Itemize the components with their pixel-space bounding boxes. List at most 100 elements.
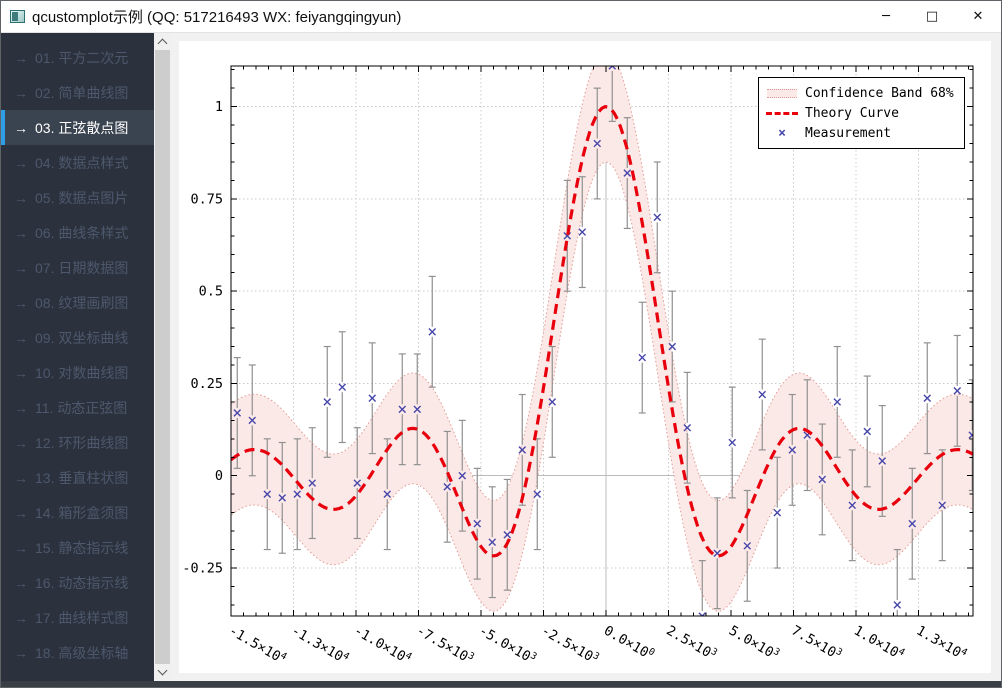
y-tick-label: -0.25 — [182, 561, 223, 577]
legend-row-measurement[interactable]: × Measurement — [759, 123, 960, 143]
x-tick-label: -1.0×104 — [351, 622, 414, 668]
legend-label: Theory Curve — [805, 106, 899, 121]
content-area: 1 0.75 0.5 0.25 0 -0.25 -1.5×104-1.3×104-1.0×1… — [171, 33, 1001, 681]
x-tick-label: 5.0×103 — [726, 622, 782, 664]
sidebar-item-12[interactable]: → 12. 环形曲线图 — [1, 425, 154, 460]
x-tick-label: 7.5×103 — [789, 622, 845, 664]
title-bar: qcustomplot示例 (QQ: 517216493 WX: feiyang… — [1, 1, 1001, 33]
chart-legend: Confidence Band 68% Theory Curve × Measu… — [758, 77, 965, 149]
sidebar-scrollbar[interactable] — [154, 33, 171, 681]
sidebar-item-01[interactable]: → 01. 平方二次元 — [1, 40, 154, 75]
sidebar-item-19[interactable]: →19. 颜色热力图 — [1, 670, 154, 681]
arrow-icon: → — [14, 155, 28, 171]
x-tick-label: -1.3×104 — [289, 622, 352, 668]
arrow-icon: → — [14, 225, 28, 241]
x-tick-label: -5.0×103 — [476, 622, 539, 668]
arrow-icon: → — [14, 295, 28, 311]
sidebar-item-label: 01. 平方二次元 — [35, 48, 128, 68]
sidebar-item-label: 12. 环形曲线图 — [35, 433, 128, 453]
arrow-icon: → — [14, 470, 28, 486]
sidebar-item-10[interactable]: → 10. 对数曲线图 — [1, 355, 154, 390]
x-tick-label: -1.5×104 — [226, 622, 289, 668]
sidebar-item-label: 07. 日期数据图 — [35, 258, 128, 278]
arrow-icon: → — [14, 120, 28, 136]
arrow-icon: → — [14, 435, 28, 451]
sidebar-item-label: 04. 数据点样式 — [35, 153, 128, 173]
sidebar-item-07[interactable]: → 07. 日期数据图 — [1, 250, 154, 285]
sidebar-item-label: 09. 双坐标曲线 — [35, 328, 128, 348]
sidebar-item-label: 17. 曲线样式图 — [35, 608, 128, 628]
dashed-line-swatch-icon — [759, 112, 805, 115]
scroll-down-button[interactable] — [154, 664, 171, 681]
sidebar-item-label: 18. 高级坐标轴 — [35, 643, 128, 663]
arrow-icon: → — [14, 505, 28, 521]
sidebar-list: → 01. 平方二次元 → 02. 简单曲线图 → 03. 正弦散点图 → 04. 数据点样式… — [1, 33, 154, 681]
x-tick-label: 2.5×103 — [664, 622, 720, 664]
y-tick-label: 1 — [215, 99, 223, 115]
arrow-icon: → — [14, 575, 28, 591]
plot-widget[interactable]: 1 0.75 0.5 0.25 0 -0.25 -1.5×104-1.3×104-1.0×1… — [179, 41, 991, 673]
x-tick-label: 0.0×100 — [601, 622, 657, 664]
legend-row-confidence-band[interactable]: Confidence Band 68% — [759, 83, 960, 103]
sidebar-item-06[interactable]: → 06. 曲线条样式 — [1, 215, 154, 250]
maximize-button[interactable]: □ — [909, 1, 955, 32]
sidebar-item-18[interactable]: → 18. 高级坐标轴 — [1, 635, 154, 670]
sidebar-item-label: 13. 垂直柱状图 — [35, 468, 128, 488]
sidebar-item-label: 03. 正弦散点图 — [35, 118, 128, 138]
app-window: qcustomplot示例 (QQ: 517216493 WX: feiyang… — [0, 0, 1002, 688]
chevron-down-icon — [158, 666, 168, 676]
sidebar-item-09[interactable]: → 09. 双坐标曲线 — [1, 320, 154, 355]
sidebar-item-13[interactable]: → 13. 垂直柱状图 — [1, 460, 154, 495]
arrow-icon: → — [14, 400, 28, 416]
sidebar-item-04[interactable]: → 04. 数据点样式 — [1, 145, 154, 180]
y-tick-label: 0.5 — [199, 284, 223, 300]
sidebar-item-label: 10. 对数曲线图 — [35, 363, 128, 383]
minimize-button[interactable]: ─ — [863, 1, 909, 32]
sidebar-item-17[interactable]: → 17. 曲线样式图 — [1, 600, 154, 635]
arrow-icon: → — [14, 540, 28, 556]
sidebar-item-11[interactable]: →11. 动态正弦图 — [1, 390, 154, 425]
sidebar-item-label: 15. 静态指示线 — [35, 538, 128, 558]
scroll-up-button[interactable] — [154, 33, 171, 50]
sidebar: → 01. 平方二次元 → 02. 简单曲线图 → 03. 正弦散点图 → 04. 数据点样式… — [1, 33, 171, 681]
close-button[interactable]: ✕ — [955, 1, 1001, 32]
x-tick-label: -7.5×103 — [414, 622, 477, 668]
chevron-up-icon — [158, 39, 168, 49]
x-tick-label: 1.0×104 — [851, 622, 907, 664]
legend-row-theory-curve[interactable]: Theory Curve — [759, 103, 960, 123]
sidebar-item-14[interactable]: → 14. 箱形盒须图 — [1, 495, 154, 530]
x-tick-label: 1.3×104 — [914, 622, 970, 664]
band-swatch-icon — [759, 89, 805, 98]
arrow-icon: → — [14, 645, 28, 661]
y-tick-label: 0.25 — [190, 376, 223, 392]
x-tick-label: -2.5×103 — [539, 622, 602, 668]
sidebar-item-02[interactable]: → 02. 简单曲线图 — [1, 75, 154, 110]
sidebar-item-label: 05. 数据点图片 — [35, 188, 128, 208]
window-bottom-edge — [1, 681, 1001, 687]
sidebar-item-05[interactable]: → 05. 数据点图片 — [1, 180, 154, 215]
app-icon — [10, 10, 25, 23]
arrow-icon: → — [14, 260, 28, 276]
y-tick-label: 0 — [215, 468, 223, 484]
arrow-icon: → — [14, 50, 28, 66]
legend-label: Measurement — [805, 126, 891, 141]
y-tick-label: 0.75 — [190, 191, 223, 207]
sidebar-item-15[interactable]: → 15. 静态指示线 — [1, 530, 154, 565]
scrollbar-thumb[interactable] — [155, 50, 170, 664]
arrow-icon: → — [14, 330, 28, 346]
arrow-icon: → — [14, 610, 28, 626]
arrow-icon: → — [14, 365, 28, 381]
arrow-icon: → — [14, 85, 28, 101]
arrow-icon: → — [14, 190, 28, 206]
sidebar-item-03[interactable]: → 03. 正弦散点图 — [1, 110, 154, 145]
sidebar-item-label: 16. 动态指示线 — [35, 573, 128, 593]
window-title: qcustomplot示例 (QQ: 517216493 WX: feiyang… — [32, 6, 401, 27]
sidebar-item-08[interactable]: → 08. 纹理画刷图 — [1, 285, 154, 320]
window-controls: ─ □ ✕ — [863, 1, 1001, 32]
legend-label: Confidence Band 68% — [805, 86, 954, 101]
sidebar-item-label: 08. 纹理画刷图 — [35, 293, 128, 313]
sidebar-item-label: 06. 曲线条样式 — [35, 223, 128, 243]
sidebar-item-label: 14. 箱形盒须图 — [35, 503, 128, 523]
sidebar-item-16[interactable]: → 16. 动态指示线 — [1, 565, 154, 600]
sidebar-item-label: 02. 简单曲线图 — [35, 83, 128, 103]
